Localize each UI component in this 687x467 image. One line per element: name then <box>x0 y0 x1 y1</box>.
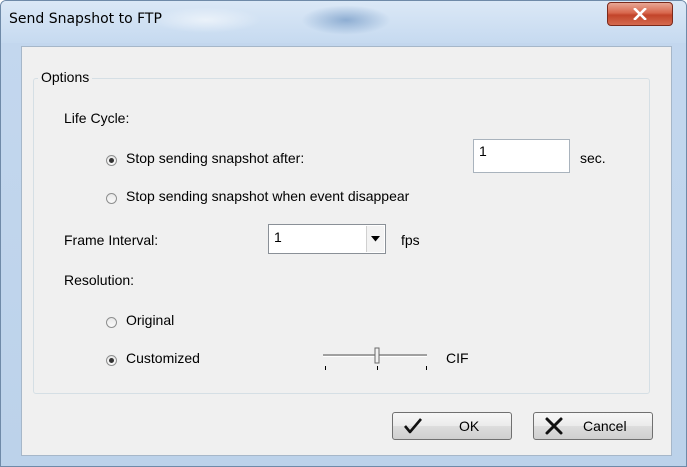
life-cycle-label: Life Cycle: <box>64 110 130 126</box>
frame-interval-select[interactable]: 1 <box>268 224 386 254</box>
cancel-label: Cancel <box>583 418 627 434</box>
resolution-slider[interactable] <box>320 345 432 371</box>
customized-label[interactable]: Customized <box>126 350 200 366</box>
frame-interval-label: Frame Interval: <box>64 232 159 248</box>
stop-after-label[interactable]: Stop sending snapshot after: <box>126 150 304 166</box>
original-radio[interactable] <box>106 317 117 328</box>
slider-tick <box>325 366 326 370</box>
title-bar[interactable]: Send Snapshot to FTP <box>1 1 686 43</box>
dialog-content: Options Life Cycle: Stop sending snapsho… <box>21 46 672 456</box>
frame-interval-value: 1 <box>274 229 282 245</box>
resolution-value-label: CIF <box>446 350 469 366</box>
chevron-down-icon <box>371 236 380 242</box>
cancel-button[interactable]: Cancel <box>533 412 653 440</box>
seconds-unit-label: sec. <box>580 150 606 166</box>
fps-unit-label: fps <box>401 232 420 248</box>
slider-thumb[interactable] <box>374 347 380 364</box>
seconds-input[interactable]: 1 <box>473 139 570 173</box>
stop-after-radio[interactable] <box>106 155 117 166</box>
resolution-label: Resolution: <box>64 272 135 288</box>
slider-tick <box>426 366 427 370</box>
checkmark-icon <box>404 418 422 434</box>
options-legend: Options <box>38 69 93 85</box>
close-icon <box>633 8 647 20</box>
stop-on-disappear-label[interactable]: Stop sending snapshot when event disappe… <box>126 188 409 204</box>
x-icon <box>545 417 563 435</box>
stop-on-disappear-radio[interactable] <box>106 193 117 204</box>
original-label[interactable]: Original <box>126 312 174 328</box>
dropdown-arrow-button[interactable] <box>366 226 384 252</box>
ok-label: OK <box>459 418 480 434</box>
slider-tick <box>377 366 378 370</box>
close-button[interactable] <box>607 2 673 26</box>
seconds-value: 1 <box>479 143 487 159</box>
ok-button[interactable]: OK <box>392 412 512 440</box>
customized-radio[interactable] <box>106 355 117 366</box>
title-bar-background <box>151 7 261 33</box>
dialog-window: Send Snapshot to FTP Options Life Cycle:… <box>0 0 687 467</box>
title-bar-background <box>301 5 391 35</box>
window-title: Send Snapshot to FTP <box>9 11 162 27</box>
